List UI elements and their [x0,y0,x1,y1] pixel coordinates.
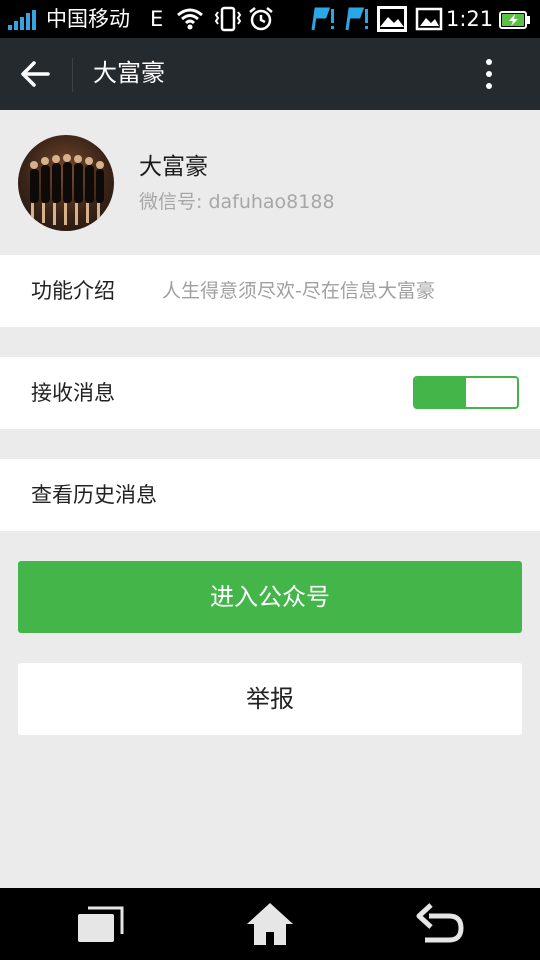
vibrate-icon [214,6,242,32]
clock: 1:21 [446,7,494,31]
toggle-on-indicator [415,378,466,407]
profile-header: 大富豪 微信号: dafuhao8188 [0,111,540,254]
app-bar: 大富豪 [0,38,540,110]
avatar-image [30,154,104,225]
flag-icon [345,7,368,31]
history-row[interactable]: 查看历史消息 [0,459,540,531]
alarm-icon [249,7,273,31]
account-name: 大富豪 [139,154,208,180]
image-icon [377,6,407,32]
network-type: E [150,7,164,31]
status-bar: 中国移动 E 1:21 [0,0,540,38]
recent-apps-icon[interactable] [76,904,126,944]
wechat-id: 微信号: dafuhao8188 [139,191,335,213]
intro-label: 功能介绍 [31,279,115,303]
intro-value: 人生得意须尽欢-尽在信息大富豪 [162,280,435,302]
battery-charging-icon [499,11,530,29]
wifi-icon [177,8,203,30]
report-button[interactable]: 举报 [18,663,522,735]
back-arrow-icon[interactable] [14,56,58,92]
page-title: 大富豪 [93,59,165,87]
receive-messages-label: 接收消息 [31,381,115,405]
flag-icon [311,7,334,31]
home-icon[interactable] [244,900,296,948]
screenshot-icon [415,7,443,31]
app-bar-divider [72,58,73,92]
enter-account-button[interactable]: 进入公众号 [18,561,522,633]
avatar[interactable] [18,135,114,231]
receive-messages-toggle[interactable] [413,376,519,409]
receive-messages-row: 接收消息 [0,357,540,429]
history-label: 查看历史消息 [31,483,157,507]
back-icon[interactable] [415,902,465,946]
signal-icon [8,10,36,30]
more-vert-icon[interactable] [474,56,504,92]
intro-row: 功能介绍 人生得意须尽欢-尽在信息大富豪 [0,255,540,327]
carrier-name: 中国移动 [46,7,130,31]
system-nav-bar [0,888,540,960]
